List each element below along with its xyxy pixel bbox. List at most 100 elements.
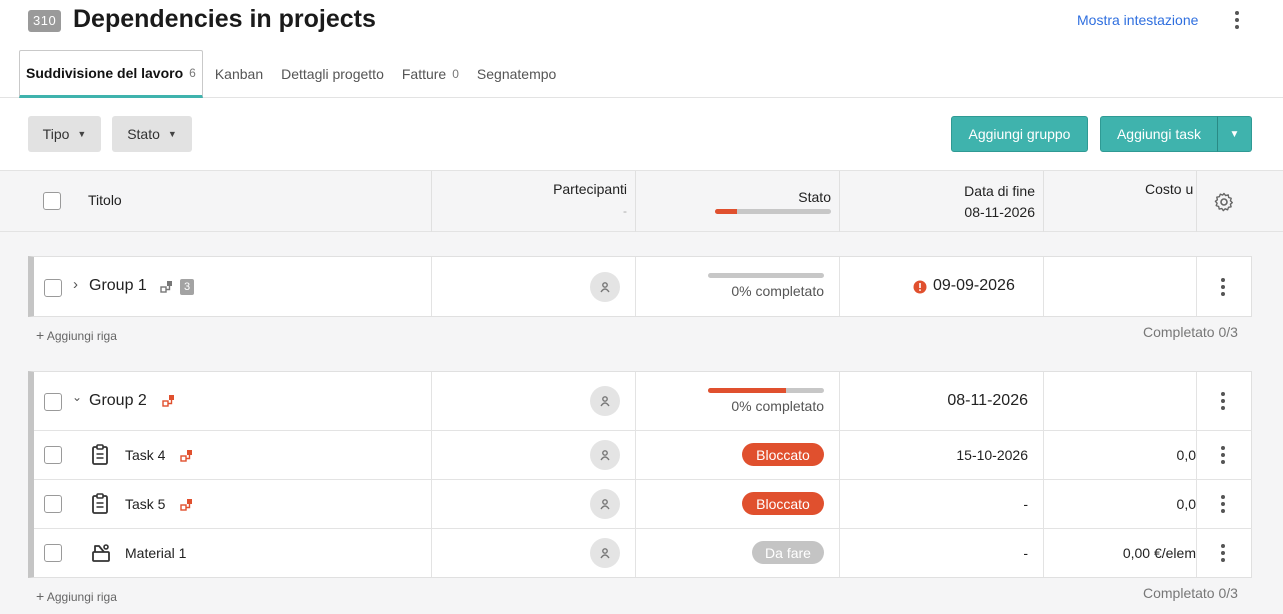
child-count-badge: 3: [180, 279, 195, 295]
plus-icon: +: [36, 588, 45, 604]
row-checkbox[interactable]: [44, 279, 62, 297]
group-end-date: 08-11-2026: [947, 392, 1028, 409]
group-progress-label: 0% completato: [731, 398, 824, 414]
group-row[interactable]: ⌄ Group 2 0% completato 08-11-2026: [34, 372, 1252, 431]
table-row[interactable]: Task 4 Bloccato 15-10-2026 0,0: [34, 431, 1252, 480]
group-progress-bar: [708, 388, 824, 393]
status-filter-label: Stato: [127, 126, 160, 142]
group-progress-bar: [708, 273, 824, 278]
row-menu-icon[interactable]: [1214, 443, 1232, 467]
group-title[interactable]: Group 1: [89, 277, 147, 295]
task-cost: 0,0: [1176, 447, 1196, 463]
add-task-dropdown-icon[interactable]: ▼: [1217, 116, 1252, 152]
add-task-button[interactable]: Aggiungi task: [1100, 116, 1218, 152]
user-icon: [600, 450, 610, 461]
row-menu-icon[interactable]: [1214, 275, 1232, 299]
more-options-icon[interactable]: [1226, 8, 1248, 32]
participant-avatar[interactable]: [590, 538, 620, 568]
participants-column-header[interactable]: Partecipanti: [440, 181, 627, 197]
participants-subvalue: -: [623, 204, 627, 218]
participant-avatar[interactable]: [590, 386, 620, 416]
row-menu-icon[interactable]: [1214, 389, 1232, 413]
end-date-column-header[interactable]: Data di fine: [845, 183, 1035, 199]
tab-kanban[interactable]: Kanban: [209, 50, 269, 97]
select-all-checkbox[interactable]: [43, 192, 61, 210]
status-progress-fill: [715, 209, 738, 214]
task-title[interactable]: Task 4: [125, 447, 165, 463]
participant-avatar[interactable]: [590, 489, 620, 519]
task-end-date: -: [1023, 496, 1028, 512]
page-title: Dependencies in projects: [73, 5, 376, 33]
tab-label: Kanban: [214, 65, 264, 82]
row-checkbox[interactable]: [44, 495, 62, 513]
status-badge[interactable]: Da fare: [752, 541, 824, 564]
show-header-link[interactable]: Mostra intestazione: [1077, 12, 1198, 28]
tab-label: Dettagli progetto: [281, 65, 384, 82]
row-menu-icon[interactable]: [1214, 541, 1232, 565]
dependency-icon: [180, 499, 192, 511]
dependency-icon: [160, 281, 172, 293]
chevron-down-icon: ▼: [77, 129, 87, 139]
user-icon: [600, 499, 610, 510]
type-filter-button[interactable]: Tipo ▼: [28, 116, 101, 152]
group-completed-count: Completato 0/3: [1143, 324, 1238, 340]
row-checkbox[interactable]: [44, 544, 62, 562]
task-end-date: 15-10-2026: [956, 447, 1028, 463]
add-group-button[interactable]: Aggiungi gruppo: [951, 116, 1088, 152]
add-row-button[interactable]: + Aggiungi riga: [36, 327, 117, 343]
cost-column-header[interactable]: Costo u: [1145, 181, 1196, 197]
tab-bar: Suddivisione del lavoro 6 Kanban Dettagl…: [19, 50, 568, 98]
task-cost: 0,0: [1176, 496, 1196, 512]
group-end-date: 09-09-2026: [933, 277, 1015, 294]
tab-label: Segnatempo: [476, 65, 557, 82]
end-date-header-value: 08-11-2026: [964, 204, 1035, 220]
task-title[interactable]: Task 5: [125, 496, 165, 512]
user-icon: [600, 282, 610, 293]
user-icon: [600, 548, 610, 559]
chevron-down-icon[interactable]: ⌄: [72, 390, 82, 404]
group-progress-label: 0% completato: [731, 283, 824, 299]
clipboard-task-icon: [92, 444, 108, 465]
status-filter-button[interactable]: Stato ▼: [112, 116, 192, 152]
tab-invoices[interactable]: Fatture 0: [396, 50, 465, 97]
table-row[interactable]: Task 5 Bloccato - 0,0: [34, 480, 1252, 529]
status-column-header[interactable]: Stato: [640, 189, 831, 205]
participant-avatar[interactable]: [590, 440, 620, 470]
plus-icon: +: [36, 327, 45, 343]
add-row-button[interactable]: + Aggiungi riga: [36, 588, 117, 604]
row-menu-icon[interactable]: [1214, 492, 1232, 516]
group-card: ⌄ Group 2 0% completato 08-11-2026 Task …: [28, 371, 1252, 578]
dependency-icon: [180, 450, 192, 462]
row-checkbox[interactable]: [44, 446, 62, 464]
status-badge[interactable]: Bloccato: [742, 443, 824, 466]
status-progress-bar: [715, 209, 831, 214]
warning-icon: [913, 280, 927, 294]
group-completed-count: Completato 0/3: [1143, 585, 1238, 601]
clipboard-task-icon: [92, 493, 108, 514]
group-title[interactable]: Group 2: [89, 392, 147, 410]
participant-avatar[interactable]: [590, 272, 620, 302]
group-row[interactable]: › Group 1 3 0% completato 09-09-2026: [34, 257, 1252, 316]
toolbar: Tipo ▼ Stato ▼ Aggiungi gruppo Aggiungi …: [0, 98, 1283, 170]
status-badge[interactable]: Bloccato: [742, 492, 824, 515]
tab-count: 0: [452, 66, 459, 81]
material-title[interactable]: Material 1: [125, 545, 186, 561]
add-row-label: Aggiungi riga: [46, 590, 117, 604]
chevron-right-icon[interactable]: ›: [73, 276, 78, 293]
group-card: › Group 1 3 0% completato 09-09-2026: [28, 256, 1252, 317]
project-id-badge: 310: [28, 10, 62, 32]
tab-work-breakdown[interactable]: Suddivisione del lavoro 6: [19, 50, 203, 98]
table-header: Titolo Partecipanti - Stato Data di fine…: [0, 170, 1283, 232]
settings-gear-icon[interactable]: [1214, 192, 1234, 212]
title-column-header[interactable]: Titolo: [88, 192, 122, 208]
table-row[interactable]: Material 1 Da fare - 0,00 €/elem: [34, 529, 1252, 577]
tab-project-details[interactable]: Dettagli progetto: [275, 50, 390, 97]
row-checkbox[interactable]: [44, 393, 62, 411]
add-row-label: Aggiungi riga: [46, 329, 117, 343]
tab-timesheet[interactable]: Segnatempo: [471, 50, 562, 97]
user-icon: [600, 396, 610, 407]
material-end-date: -: [1023, 545, 1028, 561]
tab-label: Suddivisione del lavoro: [26, 65, 184, 81]
page-header: 310 Dependencies in projects Mostra inte…: [0, 0, 1283, 98]
dependency-icon: [162, 395, 174, 407]
